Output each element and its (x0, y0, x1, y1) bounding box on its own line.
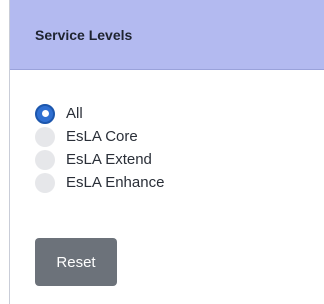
service-levels-panel: Service Levels All EsLA Core EsLA Extend… (9, 0, 324, 304)
radio-esla-extend[interactable] (35, 149, 55, 170)
option-label: EsLA Enhance (66, 174, 165, 191)
option-label: All (66, 105, 83, 122)
service-level-option-esla-enhance[interactable]: EsLA Enhance (35, 171, 164, 194)
service-level-option-esla-extend[interactable]: EsLA Extend (35, 148, 164, 171)
service-level-option-all[interactable]: All (35, 102, 164, 125)
radio-esla-core[interactable] (35, 126, 55, 147)
radio-esla-enhance[interactable] (35, 172, 55, 193)
service-level-option-esla-core[interactable]: EsLA Core (35, 125, 164, 148)
option-label: EsLA Core (66, 128, 138, 145)
reset-button[interactable]: Reset (35, 238, 117, 286)
panel-header: Service Levels (10, 0, 324, 70)
radio-all[interactable] (35, 103, 55, 124)
panel-title: Service Levels (35, 26, 133, 43)
service-level-options: All EsLA Core EsLA Extend EsLA Enhance (35, 102, 164, 194)
option-label: EsLA Extend (66, 151, 152, 168)
